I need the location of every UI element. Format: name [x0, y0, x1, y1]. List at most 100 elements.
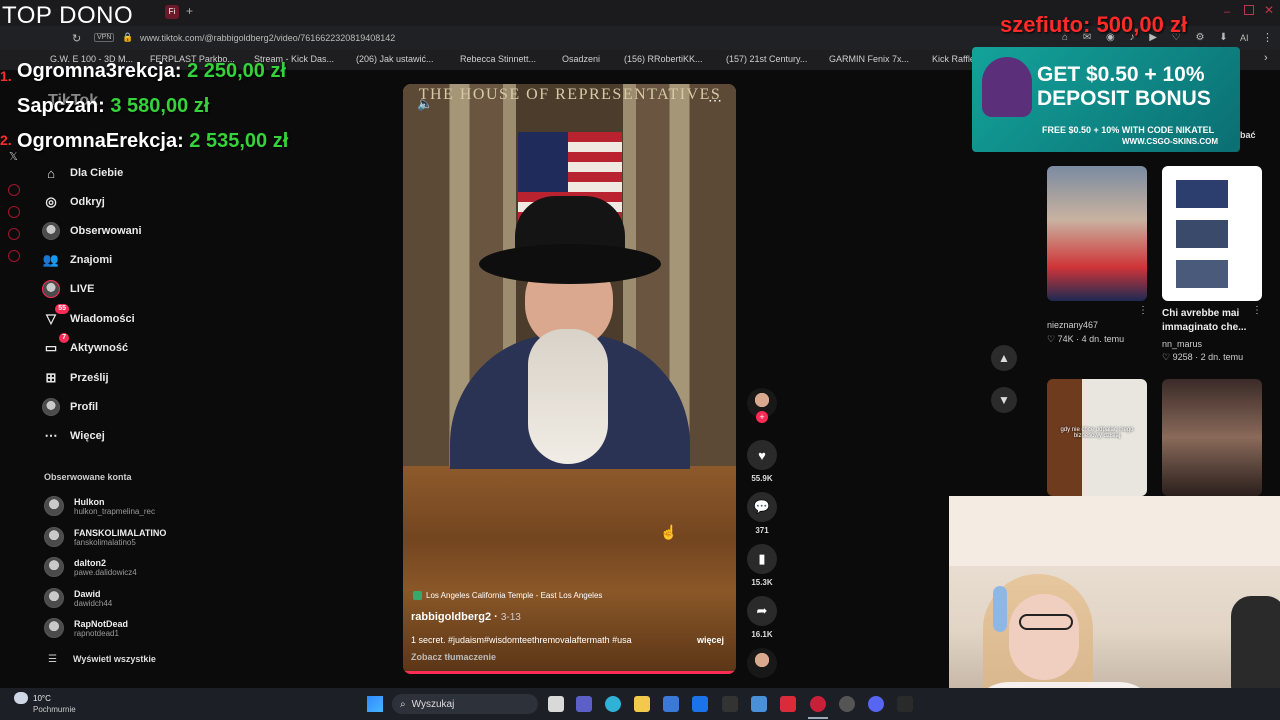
video-author[interactable]: rabbigoldberg2 · 3-13: [411, 611, 521, 623]
nav-odkryj[interactable]: ◎ Odkryj: [42, 191, 105, 213]
task-view-icon[interactable]: [548, 696, 564, 712]
account-handle: pawe.dalidowicz4: [74, 567, 137, 577]
followed-account[interactable]: RapNotDead rapnotdead1: [44, 614, 128, 642]
nav-profil[interactable]: Profil: [42, 396, 98, 418]
rail-icon[interactable]: [8, 228, 20, 240]
browser-tab[interactable]: Fi: [165, 5, 179, 19]
translate-link[interactable]: Zobacz tłumaczenie: [411, 652, 496, 662]
app-icon[interactable]: [751, 696, 767, 712]
bookmark-item[interactable]: (157) 21st Century...: [726, 54, 807, 64]
ad-banner[interactable]: GET $0.50 + 10% DEPOSIT BONUS FREE $0.50…: [972, 47, 1240, 152]
friends-icon: 👥: [42, 252, 60, 267]
related-author[interactable]: nn_marus: [1162, 339, 1202, 349]
edge-icon[interactable]: [605, 696, 621, 712]
volume-icon[interactable]: 🔈: [417, 96, 433, 112]
followed-account[interactable]: FANSKOLIMALATINO fanskolimalatino5: [44, 523, 166, 551]
vpn-badge[interactable]: VPN: [94, 33, 115, 42]
donor-amount: 2 535,00 zł: [189, 130, 289, 152]
store-icon[interactable]: [663, 696, 679, 712]
nav-live[interactable]: LIVE: [42, 278, 94, 300]
followed-account[interactable]: dalton2 pawe.dalidowicz4: [44, 553, 137, 581]
close-window-icon[interactable]: ✕: [1264, 3, 1274, 17]
video-progress[interactable]: [403, 671, 736, 674]
bookmark-item[interactable]: (156) RRobertiKK...: [624, 54, 703, 64]
followed-account[interactable]: Hulkon hulkon_trapmelina_rec: [44, 492, 155, 520]
more-link[interactable]: więcej: [697, 635, 724, 645]
related-author[interactable]: nieznany467: [1047, 320, 1098, 330]
related-video-thumb[interactable]: gdy nie chcę odpalać mego biznesowy dzis…: [1047, 379, 1147, 496]
weather-temp[interactable]: 10°C: [33, 694, 51, 703]
nav-wiecej[interactable]: ⋯ Więcej: [42, 425, 105, 447]
url-field[interactable]: www.tiktok.com/@rabbigoldberg2/video/761…: [140, 33, 395, 43]
minimize-icon[interactable]: –: [1224, 6, 1230, 18]
related-video-thumb[interactable]: [1047, 166, 1147, 301]
show-all-link[interactable]: Wyświetl wszystkie: [73, 654, 156, 664]
taskbar: 10°C Pochmurnie: [0, 688, 1280, 720]
followed-account[interactable]: Dawid dawidch44: [44, 584, 112, 612]
file-explorer-icon[interactable]: [634, 696, 650, 712]
menu-icon[interactable]: ⋮: [1262, 31, 1273, 44]
rail-icon[interactable]: [8, 184, 20, 196]
webcam-wall: [949, 496, 1280, 566]
hand-cursor-icon: ☝: [660, 524, 678, 540]
thumb-more-icon[interactable]: ⋮: [1138, 305, 1148, 316]
author-avatar-button[interactable]: +: [747, 388, 777, 423]
activity-icon: ▭ 7: [42, 333, 69, 357]
rail-icon[interactable]: [8, 250, 20, 262]
follow-plus-icon[interactable]: +: [756, 411, 768, 423]
maximize-icon[interactable]: [1244, 5, 1254, 15]
scroll-down-button[interactable]: ▼: [991, 387, 1017, 413]
nav-obserwowani[interactable]: Obserwowani: [42, 220, 142, 242]
nav-znajomi[interactable]: 👥 Znajomi: [42, 249, 112, 271]
mail-icon[interactable]: [692, 696, 708, 712]
nav-label: Aktywność: [70, 342, 129, 354]
mascot-image: [982, 57, 1032, 117]
share-button[interactable]: ➦ 16.1K: [747, 596, 777, 639]
bookmark-item[interactable]: Rebecca Stinnett...: [460, 54, 536, 64]
app-icon[interactable]: [780, 696, 796, 712]
nav-dla-ciebie[interactable]: ⌂ Dla Ciebie: [42, 162, 123, 184]
app-icon[interactable]: [722, 696, 738, 712]
rail-icon[interactable]: [8, 206, 20, 218]
scroll-up-button[interactable]: ▲: [991, 345, 1017, 371]
heart-icon: ♥: [747, 440, 777, 470]
like-button[interactable]: ♥ 55.9K: [747, 440, 777, 483]
nav-label: Więcej: [70, 430, 105, 442]
teams-icon[interactable]: [576, 696, 592, 712]
new-tab-button[interactable]: +: [186, 4, 193, 18]
bookmark-item[interactable]: (206) Jak ustawić...: [356, 54, 434, 64]
account-handle: hulkon_trapmelina_rec: [74, 506, 155, 516]
heart-icon: ♡: [1047, 334, 1058, 344]
bookmarks-overflow-icon[interactable]: ›: [1264, 52, 1268, 64]
related-stats: ♡ 9258 · 2 dn. temu: [1162, 352, 1244, 362]
bookmark-item[interactable]: Osadzeni: [562, 54, 600, 64]
windows-start-icon[interactable]: [367, 696, 383, 712]
app-icon[interactable]: [839, 696, 855, 712]
location-chip[interactable]: Los Angeles California Temple - East Los…: [413, 588, 602, 602]
related-likes: 74K: [1057, 334, 1074, 344]
related-video-thumb[interactable]: [1162, 379, 1262, 496]
nav-label: Dla Ciebie: [70, 167, 124, 179]
ai-button[interactable]: AI: [1240, 33, 1249, 43]
active-app-indicator: [808, 717, 828, 719]
nav-aktywnosc[interactable]: ▭ 7 Aktywność: [42, 333, 129, 359]
account-name: RapNotDead: [74, 618, 129, 629]
reload-icon[interactable]: ↻: [72, 32, 81, 45]
related-title[interactable]: Chi avrebbe mai immaginato che...: [1162, 307, 1252, 335]
related-video-thumb[interactable]: [1162, 166, 1262, 301]
sound-avatar-button[interactable]: [747, 648, 777, 678]
video-player[interactable]: THE HOUSE OF REPRESENTATIVES 🔈 ⋯ Los Ang…: [403, 84, 736, 674]
nav-wiadomosci[interactable]: ▽ 55 Wiadomości: [42, 304, 135, 330]
discord-icon[interactable]: [868, 696, 884, 712]
save-button[interactable]: ▮ 15.3K: [747, 544, 777, 587]
video-more-icon[interactable]: ⋯: [708, 92, 722, 109]
bookmark-item[interactable]: GARMIN Fenix 7x...: [829, 54, 909, 64]
epic-games-icon[interactable]: [897, 696, 913, 712]
comment-button[interactable]: 💬 371: [747, 492, 777, 535]
nav-przeslij[interactable]: ⊞ Prześlij: [42, 367, 109, 389]
thumb-more-icon[interactable]: ⋮: [1252, 305, 1262, 316]
bookmark-item[interactable]: Kick Raffle: [932, 54, 975, 64]
taskbar-search[interactable]: ⌕ Wyszukaj: [392, 694, 538, 714]
hat-brim: [479, 244, 661, 284]
opera-gx-icon[interactable]: [810, 696, 826, 712]
